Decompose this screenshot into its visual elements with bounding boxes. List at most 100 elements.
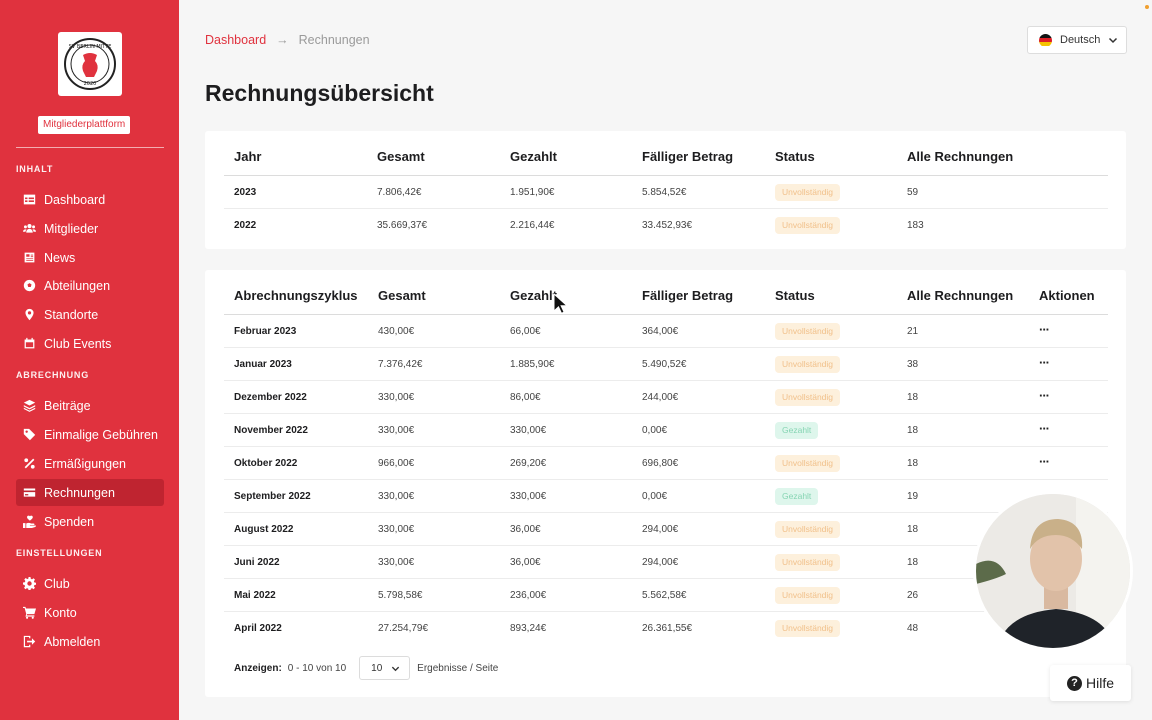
cell-paid: 36,00€ [510, 557, 541, 568]
row-actions-menu[interactable]: ··· [1039, 348, 1050, 381]
cell-total: 966,00€ [378, 458, 415, 469]
sidebar-item-club[interactable]: Club [16, 570, 164, 597]
column-header-abrechnungszyklus: Abrechnungszyklus [234, 288, 358, 303]
sidebar-item-standorte[interactable]: Standorte [16, 301, 164, 328]
per-page-value: 10 [371, 662, 383, 674]
sidebar-item-beitraege[interactable]: Beiträge [16, 392, 164, 419]
club-logo[interactable]: SV BERLIN MITTE 2020 [58, 32, 122, 96]
table-row[interactable]: November 2022 330,00€ 330,00€ 0,00€ Gezahlt 1… [224, 414, 1108, 447]
cell-total: 330,00€ [378, 425, 415, 436]
cell-cycle: September 2022 [234, 491, 311, 502]
sidebar-item-label: Abteilungen [44, 278, 111, 293]
cell-year: 2022 [234, 220, 257, 231]
status-badge: Unvollständig [775, 217, 841, 234]
breadcrumb-current: Rechnungen [298, 33, 370, 47]
webcam-overlay [973, 491, 1133, 651]
cell-count: 48 [907, 623, 919, 634]
pagination-range: 0 - 10 von 10 [287, 662, 347, 674]
help-button[interactable]: ? Hilfe [1050, 665, 1131, 701]
sidebar-item-spenden[interactable]: Spenden [16, 508, 164, 535]
sidebar-item-ermaessigungen[interactable]: Ermäßigungen [16, 450, 164, 477]
sidebar-item-label: Ermäßigungen [44, 456, 126, 471]
sidebar-item-abmelden[interactable]: Abmelden [16, 628, 164, 655]
sidebar-item-label: Mitglieder [44, 221, 99, 236]
cell-total: 330,00€ [378, 491, 415, 502]
sidebar-item-einmalige-gebuehren[interactable]: Einmalige Gebühren [16, 421, 164, 448]
cell-due: 244,00€ [642, 392, 679, 403]
cell-count: 19 [907, 491, 919, 502]
row-actions-menu[interactable]: ··· [1039, 315, 1050, 348]
table-row[interactable]: Oktober 2022 966,00€ 269,20€ 696,80€ Unvolls… [224, 447, 1108, 480]
cell-total: 430,00€ [378, 326, 415, 337]
sidebar-item-konto[interactable]: Konto [16, 599, 164, 626]
cell-count: 18 [907, 392, 919, 403]
column-header-faelliger-betrag: Fälliger Betrag [642, 288, 734, 303]
column-header-status: Status [775, 288, 815, 303]
cell-paid: 66,00€ [510, 326, 541, 337]
status-badge: Gezahlt [775, 488, 819, 505]
cell-count: 38 [907, 359, 919, 370]
section-label-abrechnung: ABRECHNUNG [16, 370, 89, 380]
svg-text:SV BERLIN MITTE: SV BERLIN MITTE [69, 44, 112, 50]
table-row[interactable]: Februar 2023 430,00€ 66,00€ 364,00€ Unvollst… [224, 315, 1108, 348]
cell-total: 7.376,42€ [378, 359, 423, 370]
recording-indicator [1145, 5, 1149, 9]
cell-due: 33.452,93€ [642, 220, 693, 231]
table-row[interactable]: 2022 35.669,37€ 2.216,44€ 33.452,93€ Unvolls… [224, 209, 1108, 242]
yearly-summary-table: Jahr Gesamt Gezahlt Fälliger Betrag Stat… [205, 131, 1126, 249]
sidebar-item-rechnungen[interactable]: Rechnungen [16, 479, 164, 506]
cell-total: 330,00€ [378, 392, 415, 403]
hand-heart-icon [23, 515, 36, 528]
table-row[interactable]: Januar 2023 7.376,42€ 1.885,90€ 5.490,52€ Un… [224, 348, 1108, 381]
column-header-gesamt: Gesamt [378, 288, 426, 303]
cell-due: 5.562,58€ [642, 590, 687, 601]
cell-due: 294,00€ [642, 557, 679, 568]
cell-cycle: Februar 2023 [234, 326, 297, 337]
billing-cycle-table: Abrechnungszyklus Gesamt Gezahlt Fällige… [205, 270, 1126, 697]
cell-paid: 236,00€ [510, 590, 547, 601]
pagination-label: Anzeigen: [234, 662, 282, 674]
status-badge: Unvollständig [775, 389, 841, 406]
cell-cycle: Dezember 2022 [234, 392, 307, 403]
sidebar-item-label: News [44, 250, 76, 265]
status-badge: Unvollständig [775, 356, 841, 373]
newspaper-icon [23, 251, 36, 264]
cell-count: 18 [907, 458, 919, 469]
table-row[interactable]: September 2022 330,00€ 330,00€ 0,00€ Gezahlt… [224, 480, 1108, 513]
column-header-alle-rechnungen: Alle Rechnungen [907, 149, 1014, 164]
mouse-cursor-icon [553, 292, 569, 320]
chevron-down-icon [391, 664, 400, 673]
breadcrumb-dashboard-link[interactable]: Dashboard [205, 33, 266, 47]
table-row[interactable]: August 2022 330,00€ 36,00€ 294,00€ Unvollstä… [224, 513, 1108, 546]
map-pin-icon [23, 308, 36, 321]
status-badge: Unvollständig [775, 323, 841, 340]
column-header-alle-rechnungen: Alle Rechnungen [907, 288, 1014, 303]
sidebar-item-mitglieder[interactable]: Mitglieder [16, 215, 164, 242]
sidebar-item-dashboard[interactable]: Dashboard [16, 186, 164, 213]
cell-count: 21 [907, 326, 919, 337]
row-actions-menu[interactable]: ··· [1039, 447, 1050, 480]
sidebar-item-club-events[interactable]: Club Events [16, 330, 164, 357]
sidebar-item-label: Konto [44, 605, 77, 620]
language-select[interactable]: Deutsch [1027, 26, 1127, 54]
row-actions-menu[interactable]: ··· [1039, 381, 1050, 414]
cell-paid: 2.216,44€ [510, 220, 555, 231]
table-row[interactable]: April 2022 27.254,79€ 893,24€ 26.361,55€ Unv… [224, 612, 1108, 645]
table-row[interactable]: Dezember 2022 330,00€ 86,00€ 244,00€ Unvolls… [224, 381, 1108, 414]
cell-cycle: Januar 2023 [234, 359, 292, 370]
status-badge: Unvollständig [775, 587, 841, 604]
cell-cycle: November 2022 [234, 425, 308, 436]
help-label: Hilfe [1085, 675, 1114, 691]
users-icon [23, 222, 36, 235]
section-label-inhalt: INHALT [16, 164, 54, 174]
per-page-select[interactable]: 10 [359, 656, 411, 680]
row-actions-menu[interactable]: ··· [1039, 414, 1050, 447]
sidebar-item-label: Spenden [44, 514, 95, 529]
sidebar-item-news[interactable]: News [16, 244, 164, 271]
sidebar-item-abteilungen[interactable]: Abteilungen [16, 272, 164, 299]
de-flag-icon [1039, 33, 1052, 47]
cell-due: 0,00€ [642, 491, 668, 502]
table-row[interactable]: 2023 7.806,42€ 1.951,90€ 5.854,52€ Unvollstä… [224, 176, 1108, 209]
cell-total: 27.254,79€ [378, 623, 429, 634]
column-header-gezahlt: Gezahlt [510, 149, 557, 164]
